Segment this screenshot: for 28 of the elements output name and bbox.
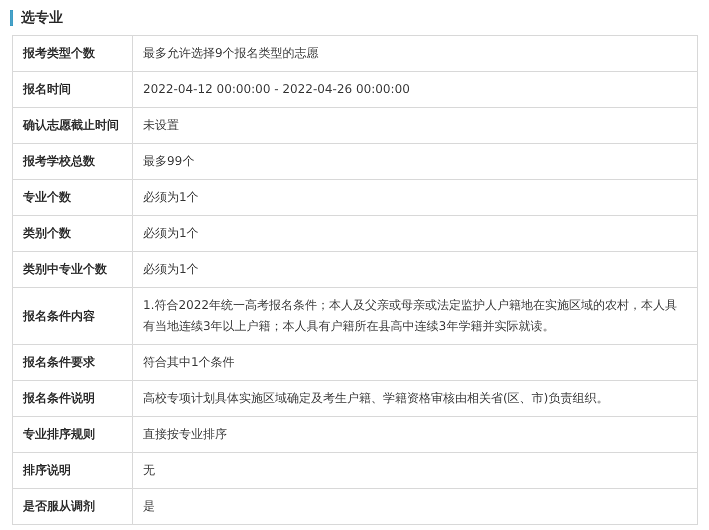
- table-cell: 符合其中1个条件: [132, 344, 698, 380]
- table-cell: 无: [132, 452, 698, 488]
- table-cell: 报名条件内容: [12, 288, 132, 344]
- table-cell: 报考学校总数: [12, 144, 132, 180]
- table-cell: 未设置: [132, 108, 698, 144]
- table-cell: 报名条件要求: [12, 344, 132, 380]
- table-cell: 确认志愿截止时间: [12, 108, 132, 144]
- table-cell: 类别中专业个数: [12, 252, 132, 288]
- table-cell: 报名时间: [12, 72, 132, 108]
- table-cell: 报名条件说明: [12, 380, 132, 416]
- table-cell: 1.符合2022年统一高考报名条件；本人及父亲或母亲或法定监护人户籍地在实施区域的农村，本人具有当地连续3年以上户籍；本人具有户籍所在县高中连续3年学籍并实际就读。: [132, 288, 698, 344]
- table-cell: 报考类型个数: [12, 36, 132, 72]
- table-cell: 必须为1个: [132, 252, 698, 288]
- table-cell: 类别个数: [12, 216, 132, 252]
- table-cell: 必须为1个: [132, 180, 698, 216]
- table-cell: 是: [132, 488, 698, 524]
- table-cell: 2022-04-12 00:00:00 - 2022-04-26 00:00:00: [132, 72, 698, 108]
- accent-bar: [10, 10, 13, 26]
- table-cell: 高校专项计划具体实施区域确定及考生户籍、学籍资格审核由相关省(区、市)负责组织。: [132, 380, 698, 416]
- table-cell: 必须为1个: [132, 216, 698, 252]
- table-cell: 最多99个: [132, 144, 698, 180]
- section-title: 选专业: [21, 9, 63, 27]
- table-cell: 最多允许选择9个报名类型的志愿: [132, 36, 698, 72]
- table-cell: 直接按专业排序: [132, 416, 698, 452]
- table-cell: 排序说明: [12, 452, 132, 488]
- table-cell: 专业个数: [12, 180, 132, 216]
- table-cell: 是否服从调剂: [12, 488, 132, 524]
- table-cell: 专业排序规则: [12, 416, 132, 452]
